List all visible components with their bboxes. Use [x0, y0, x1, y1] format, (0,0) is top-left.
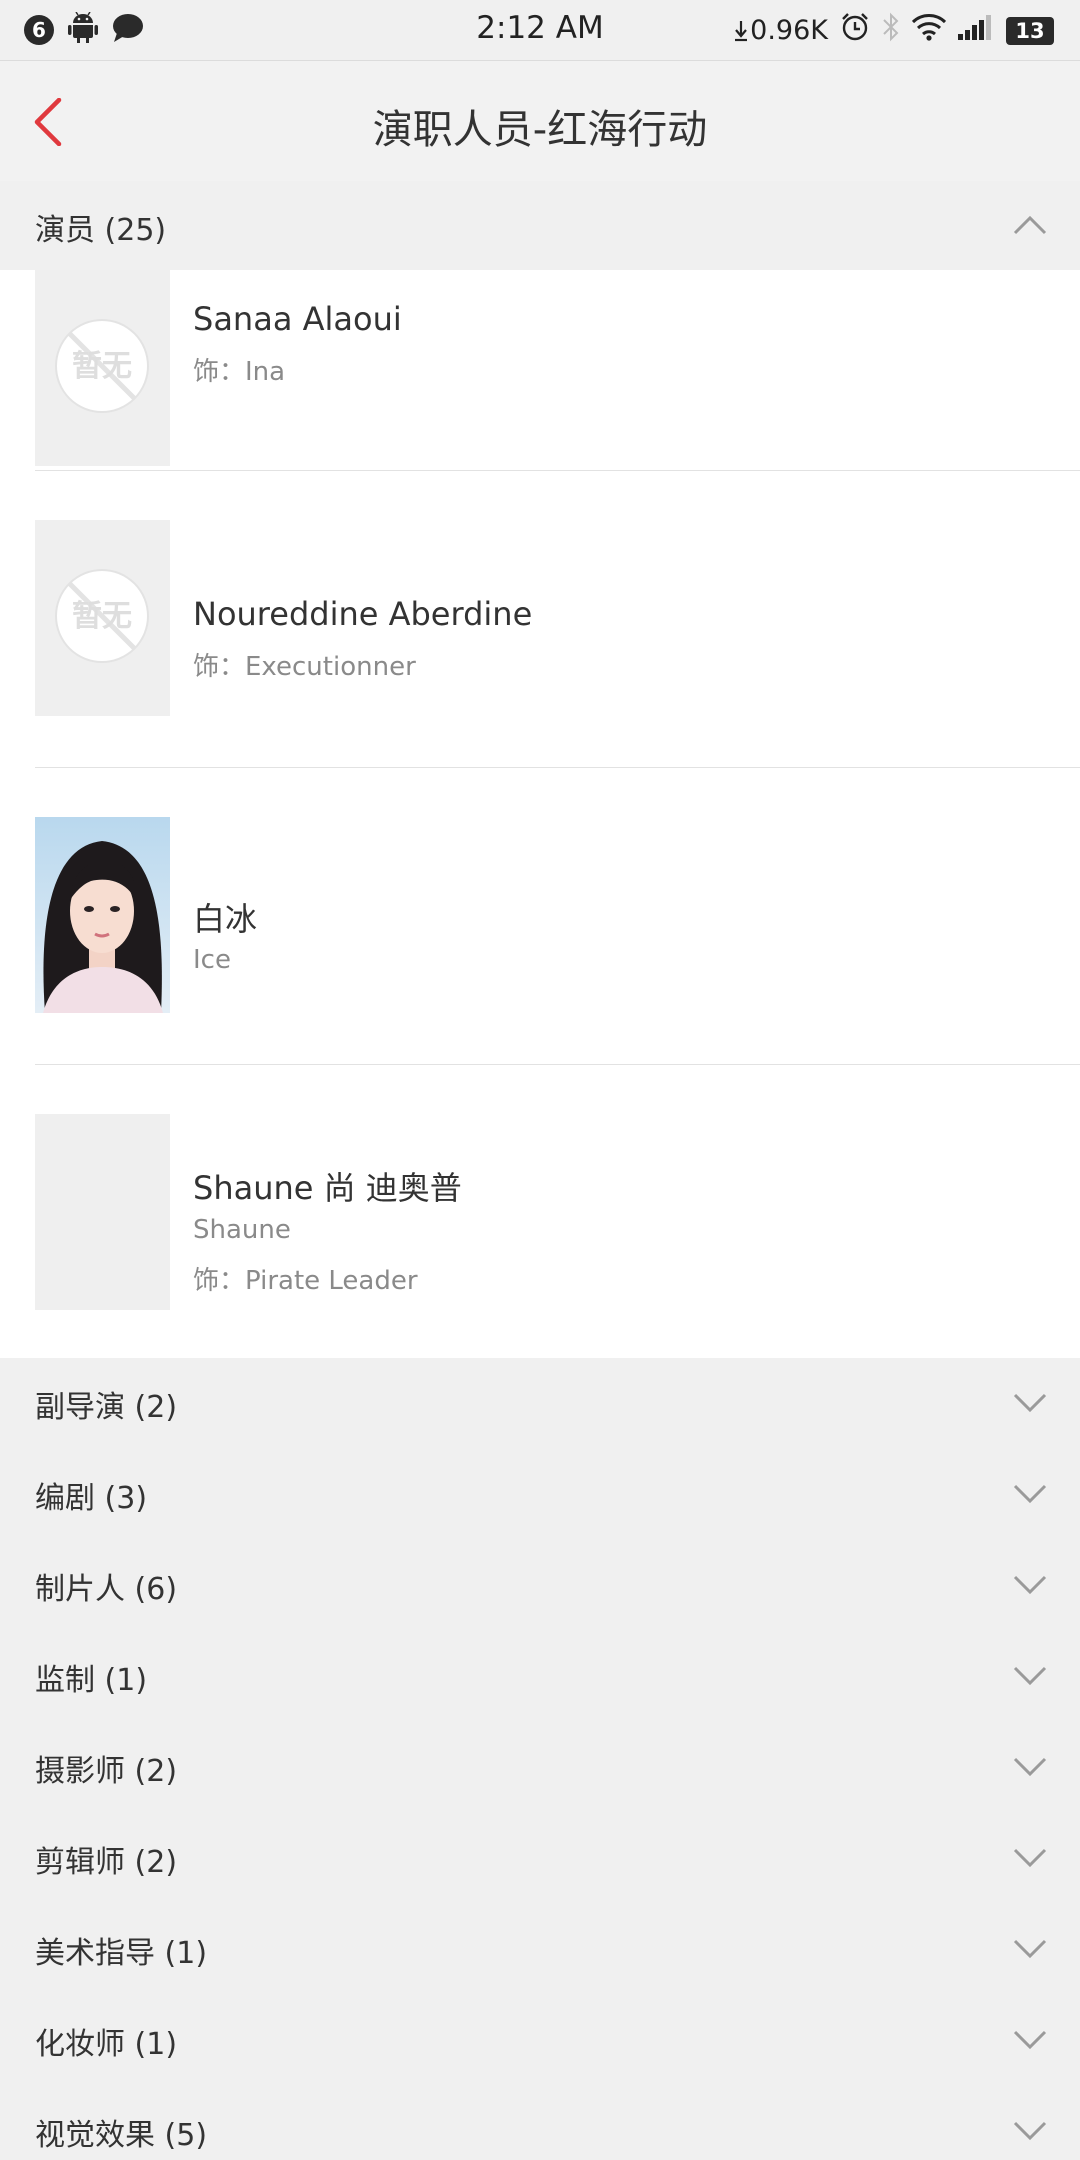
chevron-down-icon	[1013, 1848, 1047, 1868]
net-speed-indicator: 0.96K	[734, 15, 828, 46]
no-photo-stamp-icon: 暂无	[55, 319, 149, 413]
section-label: 监制 (1)	[35, 1663, 148, 1698]
section-header-producers[interactable]: 制片人 (6)	[0, 1540, 1080, 1630]
chevron-down-icon	[1013, 1939, 1047, 1959]
chevron-down-icon	[1013, 2030, 1047, 2050]
section-label: 剪辑师 (2)	[35, 1845, 178, 1880]
actor-photo-placeholder: 暂无	[35, 520, 170, 716]
actor-photo-placeholder: 暂无	[35, 270, 170, 466]
section-label: 摄影师 (2)	[35, 1754, 178, 1789]
section-label: 编剧 (3)	[35, 1481, 148, 1516]
no-photo-stamp-icon: 暂无	[55, 569, 149, 663]
no-photo-text: 暂无	[72, 349, 132, 384]
actor-role: 饰：Ina	[193, 357, 286, 387]
section-header-writers[interactable]: 编剧 (3)	[0, 1449, 1080, 1539]
actor-role: 饰：Pirate Leader	[193, 1266, 418, 1296]
chevron-down-icon	[1013, 1666, 1047, 1686]
actor-photo	[35, 817, 170, 1013]
section-header-editors[interactable]: 剪辑师 (2)	[0, 1813, 1080, 1903]
cast-row[interactable]: 暂无 Noureddine Aberdine 饰：Executionner	[0, 471, 1080, 767]
chevron-down-icon	[1013, 2121, 1047, 2141]
cast-row[interactable]: 白冰 Ice	[0, 768, 1080, 1064]
section-header-assistant-director[interactable]: 副导演 (2)	[0, 1358, 1080, 1448]
section-header-executive-producer[interactable]: 监制 (1)	[0, 1631, 1080, 1721]
download-arrow-icon	[735, 20, 748, 41]
status-bar-right: 0.96K 13	[734, 12, 1054, 49]
chevron-down-icon	[1013, 1575, 1047, 1595]
bluetooth-icon	[882, 12, 900, 49]
section-label: 美术指导 (1)	[35, 1936, 208, 1971]
actor-portrait-image	[35, 817, 170, 1013]
actor-role: 饰：Executionner	[193, 652, 416, 682]
actor-name: Noureddine Aberdine	[193, 595, 533, 633]
actor-name: Shaune 尚 迪奥普	[193, 1169, 462, 1207]
alarm-icon	[840, 12, 870, 49]
chevron-up-icon	[1013, 215, 1047, 235]
section-label: 副导演 (2)	[35, 1390, 178, 1425]
actor-english-name: Shaune	[193, 1215, 291, 1245]
chevron-down-icon	[1013, 1484, 1047, 1504]
signal-icon	[958, 14, 994, 47]
section-header-makeup-artist[interactable]: 化妆师 (1)	[0, 1995, 1080, 2085]
section-label: 化妆师 (1)	[35, 2027, 178, 2062]
cast-crew-screen: 6 2:12 AM 0.96K 13 演职人员-红海行动 演员 (25) 暂无 …	[0, 0, 1080, 2160]
battery-icon: 13	[1006, 16, 1054, 45]
title-bar: 演职人员-红海行动	[0, 60, 1080, 182]
actor-english-name: Ice	[193, 945, 231, 975]
actor-name: 白冰	[193, 900, 258, 938]
status-bar: 6 2:12 AM 0.96K 13	[0, 0, 1080, 60]
section-label: 演员 (25)	[35, 213, 167, 248]
section-header-cinematographers[interactable]: 摄影师 (2)	[0, 1722, 1080, 1812]
section-header-visual-effects[interactable]: 视觉效果 (5)	[0, 2086, 1080, 2160]
section-label: 制片人 (6)	[35, 1572, 178, 1607]
page-title: 演职人员-红海行动	[372, 107, 708, 153]
chevron-down-icon	[1013, 1393, 1047, 1413]
section-label: 视觉效果 (5)	[35, 2118, 208, 2153]
net-speed-value: 0.96K	[750, 15, 828, 46]
actor-photo-blank	[35, 1114, 170, 1310]
section-header-art-director[interactable]: 美术指导 (1)	[0, 1904, 1080, 1994]
wifi-icon	[911, 13, 947, 48]
section-header-actors[interactable]: 演员 (25)	[0, 181, 1080, 271]
actor-name: Sanaa Alaoui	[193, 300, 402, 338]
cast-list[interactable]: 暂无 Sanaa Alaoui 饰：Ina 暂无 Noureddine Aber…	[0, 270, 1080, 1358]
chevron-down-icon	[1013, 1757, 1047, 1777]
cast-row[interactable]: Shaune 尚 迪奥普 Shaune 饰：Pirate Leader	[0, 1065, 1080, 1358]
no-photo-text: 暂无	[72, 599, 132, 634]
